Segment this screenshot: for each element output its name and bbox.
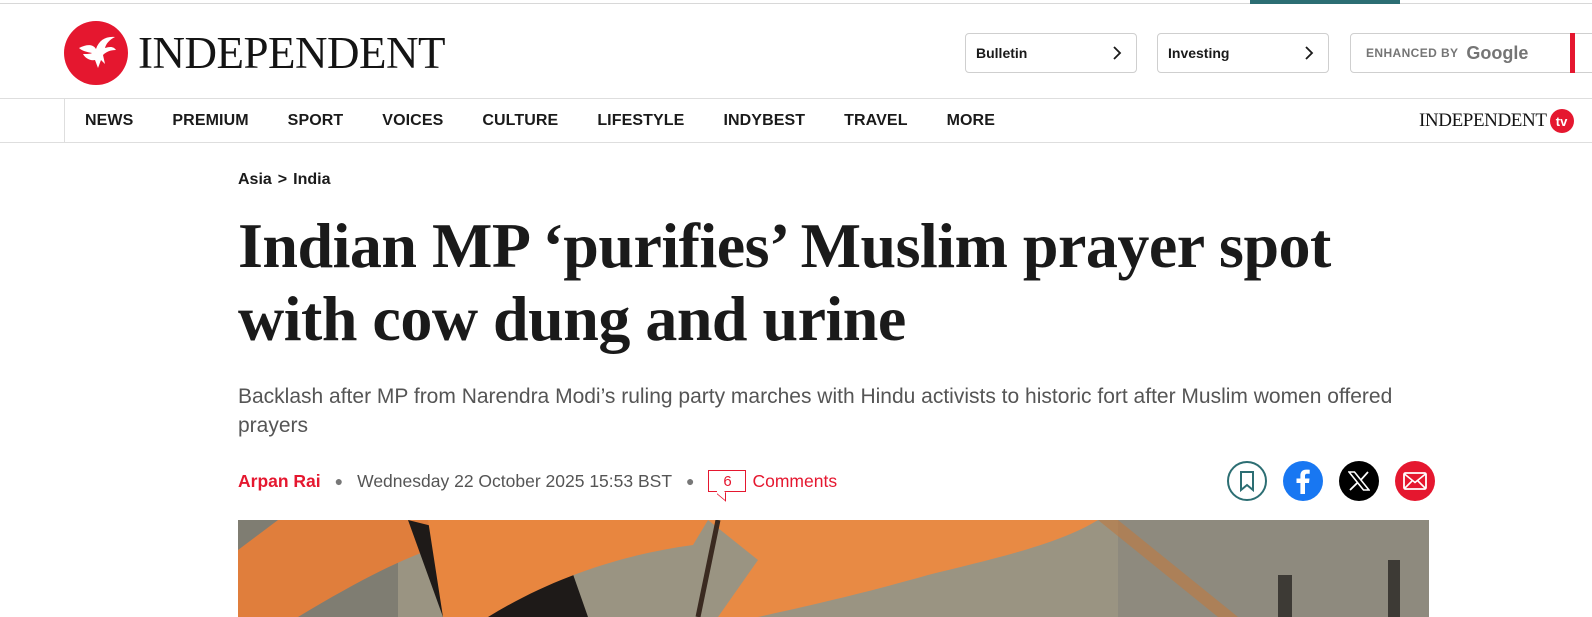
nav-item-premium[interactable]: PREMIUM [172,112,248,130]
investing-label: Investing [1168,45,1230,61]
bulletin-button[interactable]: Bulletin [965,33,1137,73]
article-standfirst: Backlash after MP from Narendra Modi’s r… [238,385,1393,437]
bookmark-icon[interactable] [1227,461,1267,501]
bulletin-label: Bulletin [976,45,1028,61]
chevron-right-icon [1113,46,1122,60]
independent-tv-wordmark: INDEPENDENT [1419,110,1547,131]
nav-item-culture[interactable]: CULTURE [482,112,558,130]
top-strip-accent [1250,0,1400,4]
article-byline: Arpan Rai ● Wednesday 22 October 2025 15… [238,466,837,496]
comment-count: 6 [723,472,732,490]
email-icon[interactable] [1395,461,1435,501]
comments-label: Comments [752,470,838,491]
nav-item-news[interactable]: NEWS [85,112,133,130]
nav-item-indybest[interactable]: INDYBEST [723,112,805,130]
tv-badge-icon: tv [1549,109,1574,133]
search-submit-edge[interactable] [1570,33,1575,73]
chevron-right-icon [1305,46,1314,60]
article-headline: Indian MP ‘purifies’ Muslim prayer spot … [238,210,1331,354]
x-icon[interactable] [1339,461,1379,501]
site-header: INDEPENDENT Bulletin Investing ENHANCED … [0,5,1592,99]
author-link[interactable]: Arpan Rai [238,471,321,492]
nav-item-voices[interactable]: VOICES [382,112,443,130]
site-logo-wordmark: INDEPENDENT [138,27,445,78]
hero-photo-illustration [238,520,1429,617]
nav-divider [64,99,65,143]
comments-link[interactable]: 6 Comments [708,470,837,492]
breadcrumb-separator: > [277,171,288,188]
nav-item-travel[interactable]: TRAVEL [844,112,907,130]
share-bar [1227,461,1435,501]
main-nav: NEWS PREMIUM SPORT VOICES CULTURE LIFEST… [0,99,1592,143]
search-input[interactable]: ENHANCED BY Google [1350,33,1592,73]
breadcrumb-asia[interactable]: Asia [238,171,272,189]
nav-list: NEWS PREMIUM SPORT VOICES CULTURE LIFEST… [85,99,1034,143]
byline-separator: ● [334,473,344,489]
site-logo[interactable]: INDEPENDENT [64,21,445,85]
publish-date: Wednesday 22 October 2025 15:53 BST [357,470,673,491]
investing-button[interactable]: Investing [1157,33,1329,73]
top-strip [0,0,1592,4]
breadcrumb-india[interactable]: India [293,171,330,189]
nav-item-sport[interactable]: SPORT [288,112,344,130]
eagle-logo-icon [64,21,128,85]
search-enhanced-by: ENHANCED BY [1366,46,1459,60]
article-hero-image [238,520,1429,617]
nav-item-lifestyle[interactable]: LIFESTYLE [597,112,684,130]
independent-tv-link[interactable]: INDEPENDENT tv [1419,109,1574,133]
breadcrumb: Asia > India [238,171,330,189]
byline-separator: ● [686,473,695,489]
facebook-icon[interactable] [1283,461,1323,501]
search-provider: Google [1466,42,1529,63]
nav-item-more[interactable]: MORE [947,112,995,130]
comment-bubble-icon: 6 [708,470,747,492]
